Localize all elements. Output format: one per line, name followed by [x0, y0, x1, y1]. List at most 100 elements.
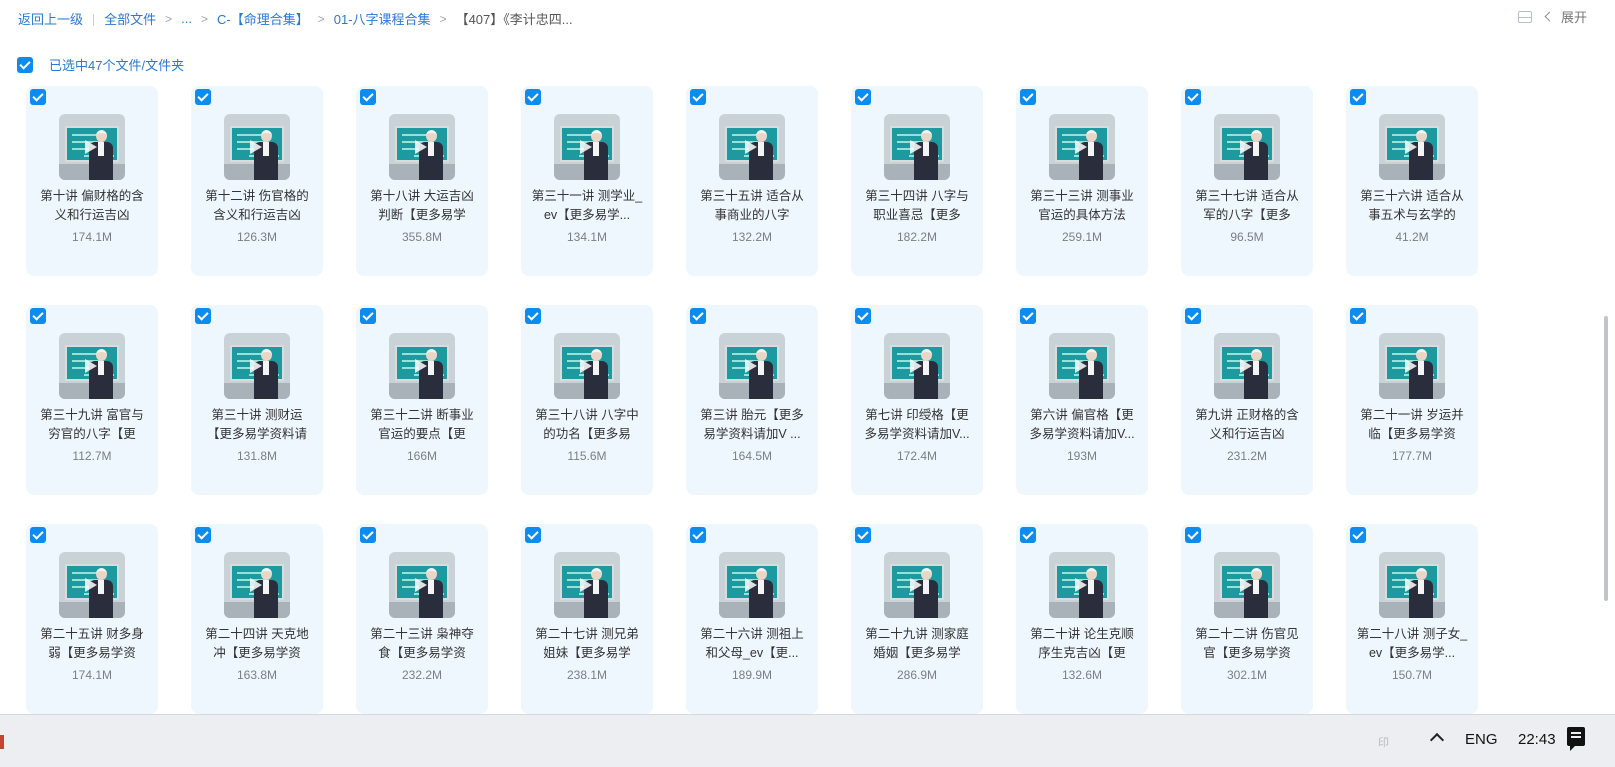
video-thumbnail[interactable] [1379, 333, 1445, 399]
video-thumbnail[interactable] [59, 333, 125, 399]
video-thumbnail[interactable] [719, 114, 785, 180]
file-checkbox[interactable] [1350, 89, 1366, 105]
file-checkbox[interactable] [690, 89, 706, 105]
file-checkbox[interactable] [1350, 308, 1366, 324]
layout-toggle-icon[interactable] [1517, 10, 1532, 23]
video-thumbnail[interactable] [554, 114, 620, 180]
presenter-head [426, 130, 437, 142]
file-checkbox[interactable] [690, 308, 706, 324]
video-thumbnail[interactable] [389, 114, 455, 180]
file-checkbox[interactable] [360, 308, 376, 324]
file-card[interactable]: 第二十四讲 天克地冲【更多易学资 163.8M [191, 524, 323, 714]
file-checkbox[interactable] [1020, 527, 1036, 543]
file-card[interactable]: 第二十五讲 财多身弱【更多易学资 174.1M [26, 524, 158, 714]
file-checkbox[interactable] [360, 527, 376, 543]
file-card[interactable]: 第三十三讲 测事业官运的具体方法 259.1M [1016, 86, 1148, 276]
file-card[interactable]: 第十二讲 伤官格的含义和行运吉凶 126.3M [191, 86, 323, 276]
video-thumbnail[interactable] [884, 552, 950, 618]
video-thumbnail[interactable] [59, 552, 125, 618]
file-checkbox[interactable] [30, 527, 46, 543]
video-thumbnail[interactable] [1049, 552, 1115, 618]
file-card[interactable]: 第三十四讲 八字与职业喜忌【更多 182.2M [851, 86, 983, 276]
file-checkbox[interactable] [1350, 527, 1366, 543]
file-checkbox[interactable] [1185, 527, 1201, 543]
select-all-checkbox[interactable] [17, 56, 33, 73]
file-card[interactable]: 第二十讲 论生克顺序生克吉凶【更 132.6M [1016, 524, 1148, 714]
show-hidden-icons-icon[interactable] [1429, 732, 1445, 748]
file-card[interactable]: 第二十九讲 测家庭婚姻【更多易学 286.9M [851, 524, 983, 714]
thumbnail-presenter [914, 568, 938, 618]
file-card[interactable]: 第二十二讲 伤官见官【更多易学资 302.1M [1181, 524, 1313, 714]
file-title: 第二十二讲 伤官见官【更多易学资 [1195, 627, 1299, 660]
video-thumbnail[interactable] [1214, 552, 1280, 618]
video-thumbnail[interactable] [1379, 114, 1445, 180]
video-thumbnail[interactable] [1214, 333, 1280, 399]
breadcrumb-folder-bazi[interactable]: 01-八字课程合集 [334, 9, 431, 28]
file-card[interactable]: 第二十八讲 测子女_ev【更多易学... 150.7M [1346, 524, 1478, 714]
file-card[interactable]: 第三十九讲 富官与穷官的八字【更 112.7M [26, 305, 158, 495]
file-card[interactable]: 第三十讲 测财运【更多易学资料请 131.8M [191, 305, 323, 495]
video-thumbnail[interactable] [1049, 114, 1115, 180]
file-checkbox[interactable] [1185, 308, 1201, 324]
file-checkbox[interactable] [525, 89, 541, 105]
file-card[interactable]: 第二十七讲 测兄弟姐妹【更多易学 238.1M [521, 524, 653, 714]
notification-icon[interactable] [1567, 727, 1585, 751]
file-checkbox[interactable] [855, 89, 871, 105]
file-card[interactable]: 第七讲 印绶格【更多易学资料请加V... 172.4M [851, 305, 983, 495]
video-thumbnail[interactable] [224, 333, 290, 399]
file-checkbox[interactable] [195, 308, 211, 324]
file-checkbox[interactable] [360, 89, 376, 105]
input-language[interactable]: ENG [1465, 731, 1498, 748]
file-checkbox[interactable] [525, 527, 541, 543]
file-checkbox[interactable] [30, 89, 46, 105]
file-card[interactable]: 第二十三讲 枭神夺食【更多易学资 232.2M [356, 524, 488, 714]
file-card[interactable]: 第三十八讲 八字中的功名【更多易 115.6M [521, 305, 653, 495]
video-thumbnail[interactable] [389, 552, 455, 618]
video-thumbnail[interactable] [554, 552, 620, 618]
breadcrumb-ellipsis[interactable]: ... [181, 11, 192, 26]
video-thumbnail[interactable] [1049, 333, 1115, 399]
taskbar-app-icon[interactable] [0, 735, 4, 749]
scrollbar-thumb[interactable] [1604, 316, 1608, 601]
video-thumbnail[interactable] [884, 114, 950, 180]
file-checkbox[interactable] [30, 308, 46, 324]
breadcrumb-all-files[interactable]: 全部文件 [104, 9, 156, 28]
breadcrumb-folder-mingli[interactable]: C-【命理合集】 [217, 9, 309, 28]
video-thumbnail[interactable] [884, 333, 950, 399]
video-thumbnail[interactable] [224, 552, 290, 618]
file-checkbox[interactable] [195, 527, 211, 543]
video-thumbnail[interactable] [719, 552, 785, 618]
video-thumbnail[interactable] [224, 114, 290, 180]
file-card[interactable]: 第十讲 偏财格的含义和行运吉凶 174.1M [26, 86, 158, 276]
expand-button[interactable]: 展开 [1544, 7, 1587, 26]
file-card[interactable]: 第二十六讲 测祖上和父母_ev【更... 189.9M [686, 524, 818, 714]
file-title: 第三十九讲 富官与穷官的八字【更 [40, 408, 144, 441]
file-card[interactable]: 第三讲 胎元【更多易学资料请加V ... 164.5M [686, 305, 818, 495]
file-card[interactable]: 第三十七讲 适合从军的八字【更多 96.5M [1181, 86, 1313, 276]
file-card[interactable]: 第三十一讲 测学业_ev【更多易学... 134.1M [521, 86, 653, 276]
video-thumbnail[interactable] [1379, 552, 1445, 618]
file-card[interactable]: 第三十五讲 适合从事商业的八字 132.2M [686, 86, 818, 276]
file-checkbox[interactable] [1020, 308, 1036, 324]
video-thumbnail[interactable] [1214, 114, 1280, 180]
file-card[interactable]: 第九讲 正财格的含义和行运吉凶 231.2M [1181, 305, 1313, 495]
file-card[interactable]: 第十八讲 大运吉凶判断【更多易学 355.8M [356, 86, 488, 276]
video-thumbnail[interactable] [389, 333, 455, 399]
back-link[interactable]: 返回上一级 [18, 9, 83, 28]
file-checkbox[interactable] [1185, 89, 1201, 105]
file-checkbox[interactable] [1020, 89, 1036, 105]
vertical-scrollbar[interactable] [1604, 86, 1610, 706]
file-card[interactable]: 第二十一讲 岁运并临【更多易学资 177.7M [1346, 305, 1478, 495]
file-card[interactable]: 第三十二讲 断事业官运的要点【更 166M [356, 305, 488, 495]
file-card[interactable]: 第三十六讲 适合从事五术与玄学的 41.2M [1346, 86, 1478, 276]
system-clock[interactable]: 22:43 [1518, 731, 1556, 748]
video-thumbnail[interactable] [719, 333, 785, 399]
file-checkbox[interactable] [855, 527, 871, 543]
file-card[interactable]: 第六讲 偏官格【更多易学资料请加V... 193M [1016, 305, 1148, 495]
file-checkbox[interactable] [525, 308, 541, 324]
video-thumbnail[interactable] [59, 114, 125, 180]
file-checkbox[interactable] [690, 527, 706, 543]
file-checkbox[interactable] [195, 89, 211, 105]
video-thumbnail[interactable] [554, 333, 620, 399]
file-checkbox[interactable] [855, 308, 871, 324]
